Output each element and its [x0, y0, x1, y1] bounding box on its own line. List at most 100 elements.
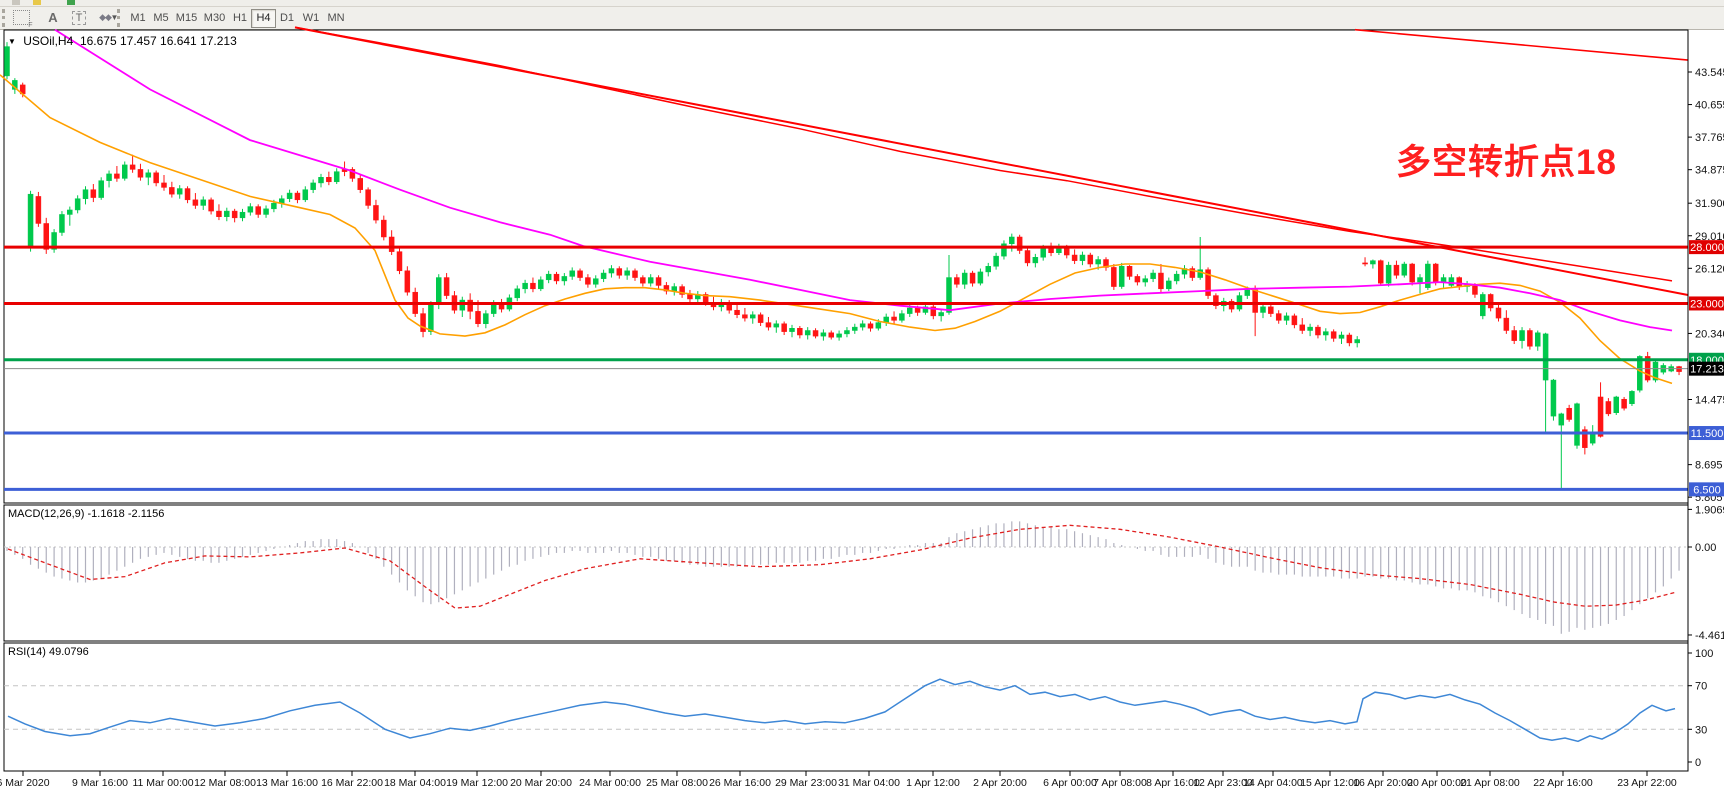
- candle-body: [1629, 391, 1634, 403]
- candle-body: [1512, 330, 1517, 340]
- candle-body: [892, 317, 897, 320]
- candle-body: [1009, 237, 1014, 244]
- candle-body: [334, 172, 339, 182]
- candle-body: [5, 47, 10, 76]
- candle-body: [1622, 399, 1627, 408]
- time-label: 9 Mar 16:00: [72, 777, 128, 789]
- candles: [5, 42, 1682, 490]
- candle-body: [224, 211, 229, 217]
- time-label: 15 Apr 12:00: [1300, 777, 1360, 789]
- candle-body: [326, 177, 331, 182]
- candle-body: [154, 173, 159, 183]
- candle-body: [813, 330, 818, 336]
- candle-body: [1527, 330, 1532, 346]
- rsi-indicator-label: RSI(14) 49.0796: [8, 646, 89, 658]
- candle-body: [444, 278, 449, 296]
- candle-body: [287, 193, 292, 199]
- candle-body: [75, 199, 80, 210]
- candle-body: [994, 256, 999, 266]
- ma-orange-line[interactable]: [0, 75, 1672, 384]
- candle-body: [1245, 290, 1250, 296]
- candle-body: [1261, 307, 1266, 313]
- candle-body: [868, 324, 873, 329]
- candle-body: [1323, 332, 1328, 335]
- collapse-triangle-icon[interactable]: ▼: [8, 37, 16, 46]
- candle-body: [358, 178, 363, 189]
- candle-body: [1300, 325, 1305, 331]
- candle-body: [1410, 264, 1415, 282]
- candle-body: [476, 311, 481, 323]
- candle-body: [860, 324, 865, 327]
- price-tick-label: 34.875: [1695, 165, 1724, 177]
- candle-body: [373, 205, 378, 220]
- candle-body: [1425, 264, 1430, 288]
- candle-body: [844, 330, 849, 333]
- time-label: 20 Apr 00:00: [1407, 777, 1467, 789]
- rsi-tick-label: 100: [1695, 648, 1713, 660]
- time-label: 6 Mar 2020: [0, 777, 50, 789]
- time-label: 26 Mar 16:00: [709, 777, 771, 789]
- time-label: 29 Mar 23:00: [775, 777, 837, 789]
- time-label: 13 Mar 16:00: [256, 777, 318, 789]
- time-label: 21 Apr 08:00: [1460, 777, 1520, 789]
- candle-body: [1025, 251, 1030, 263]
- price-chip-text: 6.500: [1693, 484, 1721, 496]
- candle-body: [1496, 308, 1501, 318]
- candle-body: [1080, 255, 1085, 261]
- candle-body: [264, 209, 269, 215]
- candle-body: [821, 333, 826, 336]
- candle-body: [774, 324, 779, 327]
- candle-body: [546, 274, 551, 280]
- candle-body: [1135, 276, 1140, 282]
- candle-body: [1315, 327, 1320, 335]
- candle-body: [209, 200, 214, 211]
- macd-main-value: -1.1618: [87, 508, 124, 520]
- candle-body: [1096, 260, 1101, 265]
- macd-tick-label: -4.4614: [1695, 630, 1724, 642]
- candle-body: [1575, 404, 1580, 446]
- candle-body: [1033, 257, 1038, 263]
- candle-body: [829, 333, 834, 338]
- symbol-period-label: USOil,H4: [23, 34, 73, 48]
- candle-body: [59, 214, 64, 232]
- candle-body: [962, 273, 967, 284]
- trendline-upper-right[interactable]: [1355, 30, 1688, 60]
- candle-body: [1111, 267, 1116, 286]
- candle-body: [554, 274, 559, 281]
- candle-body: [1606, 401, 1611, 413]
- time-label: 24 Mar 00:00: [579, 777, 641, 789]
- candle-body: [240, 212, 245, 218]
- candle-body: [1253, 290, 1258, 313]
- chart-annotation-text: 多空转折点18: [1396, 134, 1617, 185]
- candle-body: [1268, 307, 1273, 314]
- candle-body: [986, 266, 991, 272]
- candle-body: [1394, 265, 1399, 275]
- candle-body: [185, 189, 190, 200]
- candle-body: [405, 271, 410, 292]
- time-label: 2 Apr 20:00: [973, 777, 1027, 789]
- candle-body: [648, 278, 653, 284]
- candle-body: [797, 328, 802, 335]
- time-label: 20 Mar 20:00: [510, 777, 572, 789]
- chart-canvas[interactable]: 43.54540.65537.76534.87531.90029.01026.1…: [0, 0, 1724, 792]
- price-tick-label: 40.655: [1695, 100, 1724, 112]
- candle-body: [162, 183, 167, 188]
- candle-body: [899, 314, 904, 321]
- candle-body: [1378, 261, 1383, 284]
- candle-body: [1339, 335, 1344, 338]
- price-tick-label: 8.695: [1695, 460, 1723, 472]
- candle-body: [201, 200, 206, 206]
- candle-body: [593, 279, 598, 285]
- candle-body: [805, 330, 810, 335]
- time-label: 23 Apr 22:00: [1617, 777, 1677, 789]
- time-label: 19 Mar 12:00: [446, 777, 508, 789]
- candle-body: [538, 280, 543, 289]
- candle-body: [1457, 278, 1462, 287]
- candle-body: [1174, 274, 1179, 281]
- candle-body: [389, 237, 394, 252]
- candle-body: [750, 315, 755, 318]
- time-label: 14 Apr 04:00: [1243, 777, 1303, 789]
- time-label: 1 Apr 12:00: [906, 777, 960, 789]
- candle-body: [1001, 244, 1006, 256]
- candle-body: [491, 303, 496, 313]
